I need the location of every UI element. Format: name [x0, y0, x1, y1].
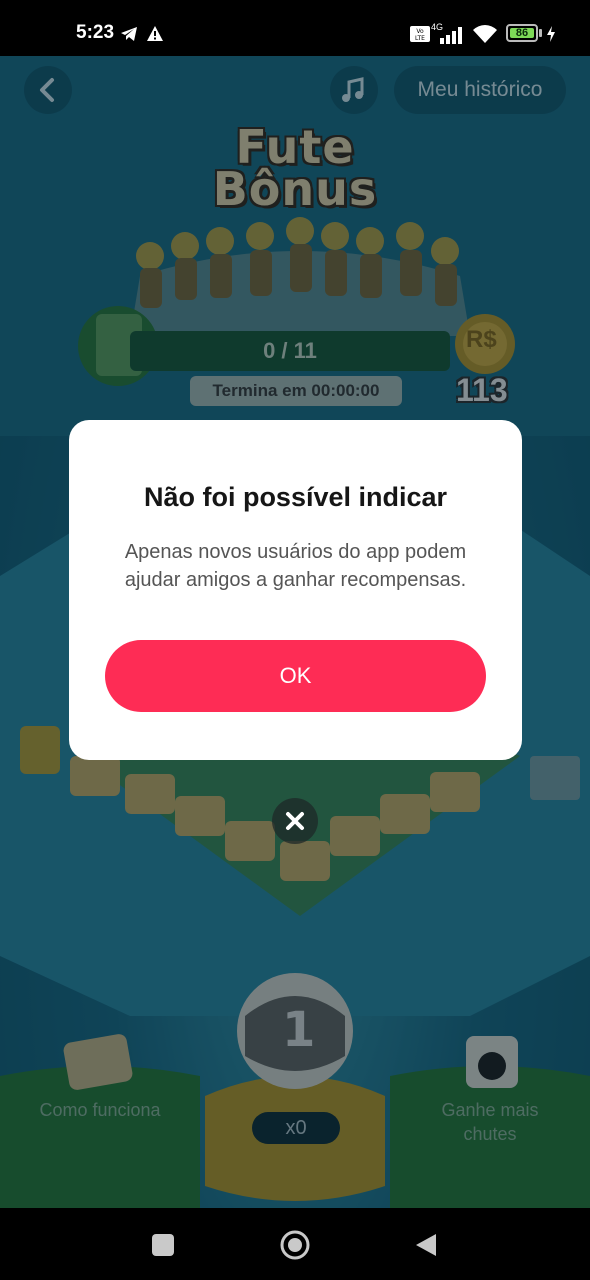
close-dialog-button[interactable]: [272, 798, 318, 844]
home-icon[interactable]: [280, 1230, 310, 1260]
dialog-message: Apenas novos usuários do app podem ajuda…: [124, 541, 467, 591]
status-bar: 5:23 Vo LTE 4G 86: [0, 0, 590, 56]
wifi-icon: [473, 25, 497, 43]
battery-icon: 86: [506, 24, 538, 42]
close-icon: [286, 812, 304, 830]
telegram-icon: [121, 27, 137, 41]
battery-level: 86: [515, 27, 529, 39]
system-nav-bar: [0, 1208, 590, 1280]
ok-button[interactable]: OK: [105, 640, 486, 712]
back-triangle-icon[interactable]: [414, 1232, 438, 1258]
svg-text:Vo: Vo: [416, 28, 424, 35]
error-dialog: Não foi possível indicar Apenas novos us…: [69, 420, 522, 760]
svg-text:LTE: LTE: [415, 35, 425, 42]
recent-apps-icon[interactable]: [152, 1234, 174, 1256]
signal-icon: [440, 27, 462, 44]
status-time: 5:23: [76, 22, 115, 43]
dialog-title: Não foi possível indicar: [143, 482, 448, 512]
charging-icon: [547, 26, 555, 42]
warning-icon: [147, 26, 163, 41]
volte-icon: VoLTE: [410, 26, 430, 42]
